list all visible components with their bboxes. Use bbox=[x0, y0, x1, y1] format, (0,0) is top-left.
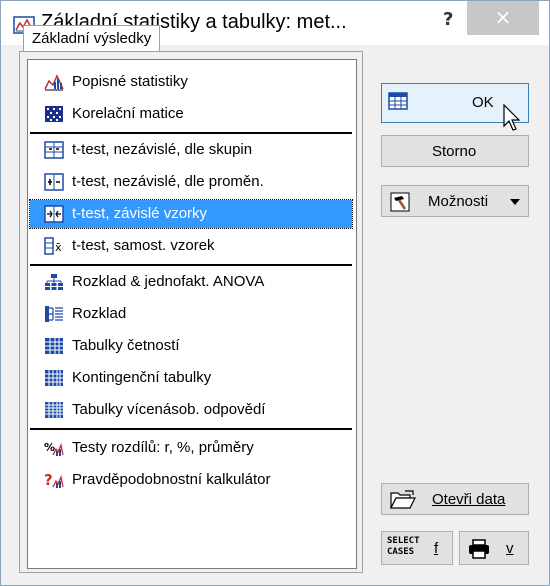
list-item-correlation-matrix[interactable]: Korelační matice bbox=[30, 100, 352, 128]
correlation-matrix-icon bbox=[45, 106, 63, 122]
list-item-label: Kontingenční tabulky bbox=[72, 369, 212, 386]
list-item-ttest-variables[interactable]: t-test, nezávislé, dle proměn. bbox=[30, 168, 352, 196]
hammer-icon bbox=[390, 192, 410, 212]
tab-basic-results[interactable]: Základní výsledky bbox=[23, 25, 161, 52]
analysis-list[interactable]: Popisné statistiky Korelační matice t-te… bbox=[27, 59, 357, 569]
list-item-label: t-test, samost. vzorek bbox=[72, 237, 215, 254]
multiple-response-icon bbox=[45, 402, 63, 418]
open-data-button[interactable]: Otevři data bbox=[381, 483, 529, 515]
list-item-breakdown[interactable]: Rozklad bbox=[30, 300, 352, 328]
list-item-descriptive-stats[interactable]: Popisné statistiky bbox=[30, 68, 352, 96]
ok-table-icon bbox=[388, 92, 408, 110]
print-key: v bbox=[506, 540, 514, 557]
open-folder-icon bbox=[390, 490, 416, 509]
print-button[interactable]: v bbox=[459, 531, 529, 565]
cancel-button-label: Storno bbox=[432, 143, 477, 160]
svg-text:x̄: x̄ bbox=[55, 241, 62, 254]
list-item-anova[interactable]: Rozklad & jednofakt. ANOVA bbox=[30, 268, 352, 296]
ttest-variables-icon bbox=[44, 173, 64, 191]
list-item-label: Rozklad & jednofakt. ANOVA bbox=[72, 273, 265, 290]
ttest-single-sample-icon: x̄ bbox=[44, 237, 62, 255]
descriptive-stats-icon bbox=[44, 74, 64, 91]
list-separator bbox=[30, 132, 352, 134]
list-item-label: Pravděpodobnostní kalkulátor bbox=[72, 471, 271, 488]
anova-icon bbox=[45, 274, 63, 290]
list-item-label: t-test, nezávislé, dle skupin bbox=[72, 141, 253, 158]
list-item-label: Testy rozdílů: r, %, průměry bbox=[72, 439, 254, 456]
svg-text:%: % bbox=[44, 441, 55, 454]
list-item-label: Popisné statistiky bbox=[72, 73, 188, 90]
cancel-button[interactable]: Storno bbox=[381, 135, 529, 167]
list-item-label: t-test, závislé vzorky bbox=[72, 205, 208, 222]
list-item-label: Tabulky vícenásob. odpovědí bbox=[72, 401, 266, 418]
frequency-table-icon bbox=[45, 338, 63, 354]
difference-tests-icon: % bbox=[44, 441, 64, 456]
list-item-ttest-dependent[interactable]: t-test, závislé vzorky bbox=[29, 199, 353, 229]
crosstab-icon bbox=[45, 370, 63, 386]
select-cases-key: f bbox=[434, 540, 439, 557]
options-button[interactable]: Možnosti bbox=[381, 185, 529, 217]
printer-icon bbox=[469, 539, 489, 559]
ttest-groups-icon bbox=[44, 141, 64, 159]
list-item-ttest-groups[interactable]: t-test, nezávislé, dle skupin bbox=[30, 136, 352, 164]
probability-calculator-icon: ? bbox=[44, 471, 64, 489]
ok-button-label: OK bbox=[472, 94, 494, 111]
close-button[interactable]: × bbox=[467, 1, 539, 35]
select-cases-button[interactable]: SELECT CASES f bbox=[381, 531, 453, 565]
mouse-cursor-icon bbox=[503, 104, 521, 131]
list-separator bbox=[30, 264, 352, 266]
list-item-ttest-single-sample[interactable]: x̄ t-test, samost. vzorek bbox=[30, 232, 352, 260]
list-separator bbox=[30, 428, 352, 430]
list-item-label: Korelační matice bbox=[72, 105, 184, 122]
list-item-label: t-test, nezávislé, dle proměn. bbox=[72, 173, 264, 190]
dialog-window: Základní statistiky a tabulky: met... ? … bbox=[0, 0, 550, 586]
breakdown-icon bbox=[45, 306, 63, 322]
list-item-multiple-response[interactable]: Tabulky vícenásob. odpovědí bbox=[30, 396, 352, 424]
list-item-frequency-tables[interactable]: Tabulky četností bbox=[30, 332, 352, 360]
options-button-label: Možnosti bbox=[428, 193, 489, 210]
list-item-label: Rozklad bbox=[72, 305, 127, 322]
select-cases-icon: SELECT CASES bbox=[387, 536, 420, 557]
list-item-probability-calculator[interactable]: ? Pravděpodobnostní kalkulátor bbox=[30, 466, 352, 494]
open-data-button-label: Otevři data bbox=[432, 491, 506, 508]
help-button[interactable]: ? bbox=[443, 9, 453, 30]
svg-text:?: ? bbox=[44, 471, 53, 489]
dropdown-arrow-icon bbox=[510, 199, 520, 205]
ok-button[interactable]: OK bbox=[381, 83, 529, 131]
list-item-difference-tests[interactable]: % Testy rozdílů: r, %, průměry bbox=[30, 434, 352, 462]
ttest-dependent-icon bbox=[44, 205, 64, 223]
list-item-label: Tabulky četností bbox=[72, 337, 180, 354]
list-item-crosstabs[interactable]: Kontingenční tabulky bbox=[30, 364, 352, 392]
